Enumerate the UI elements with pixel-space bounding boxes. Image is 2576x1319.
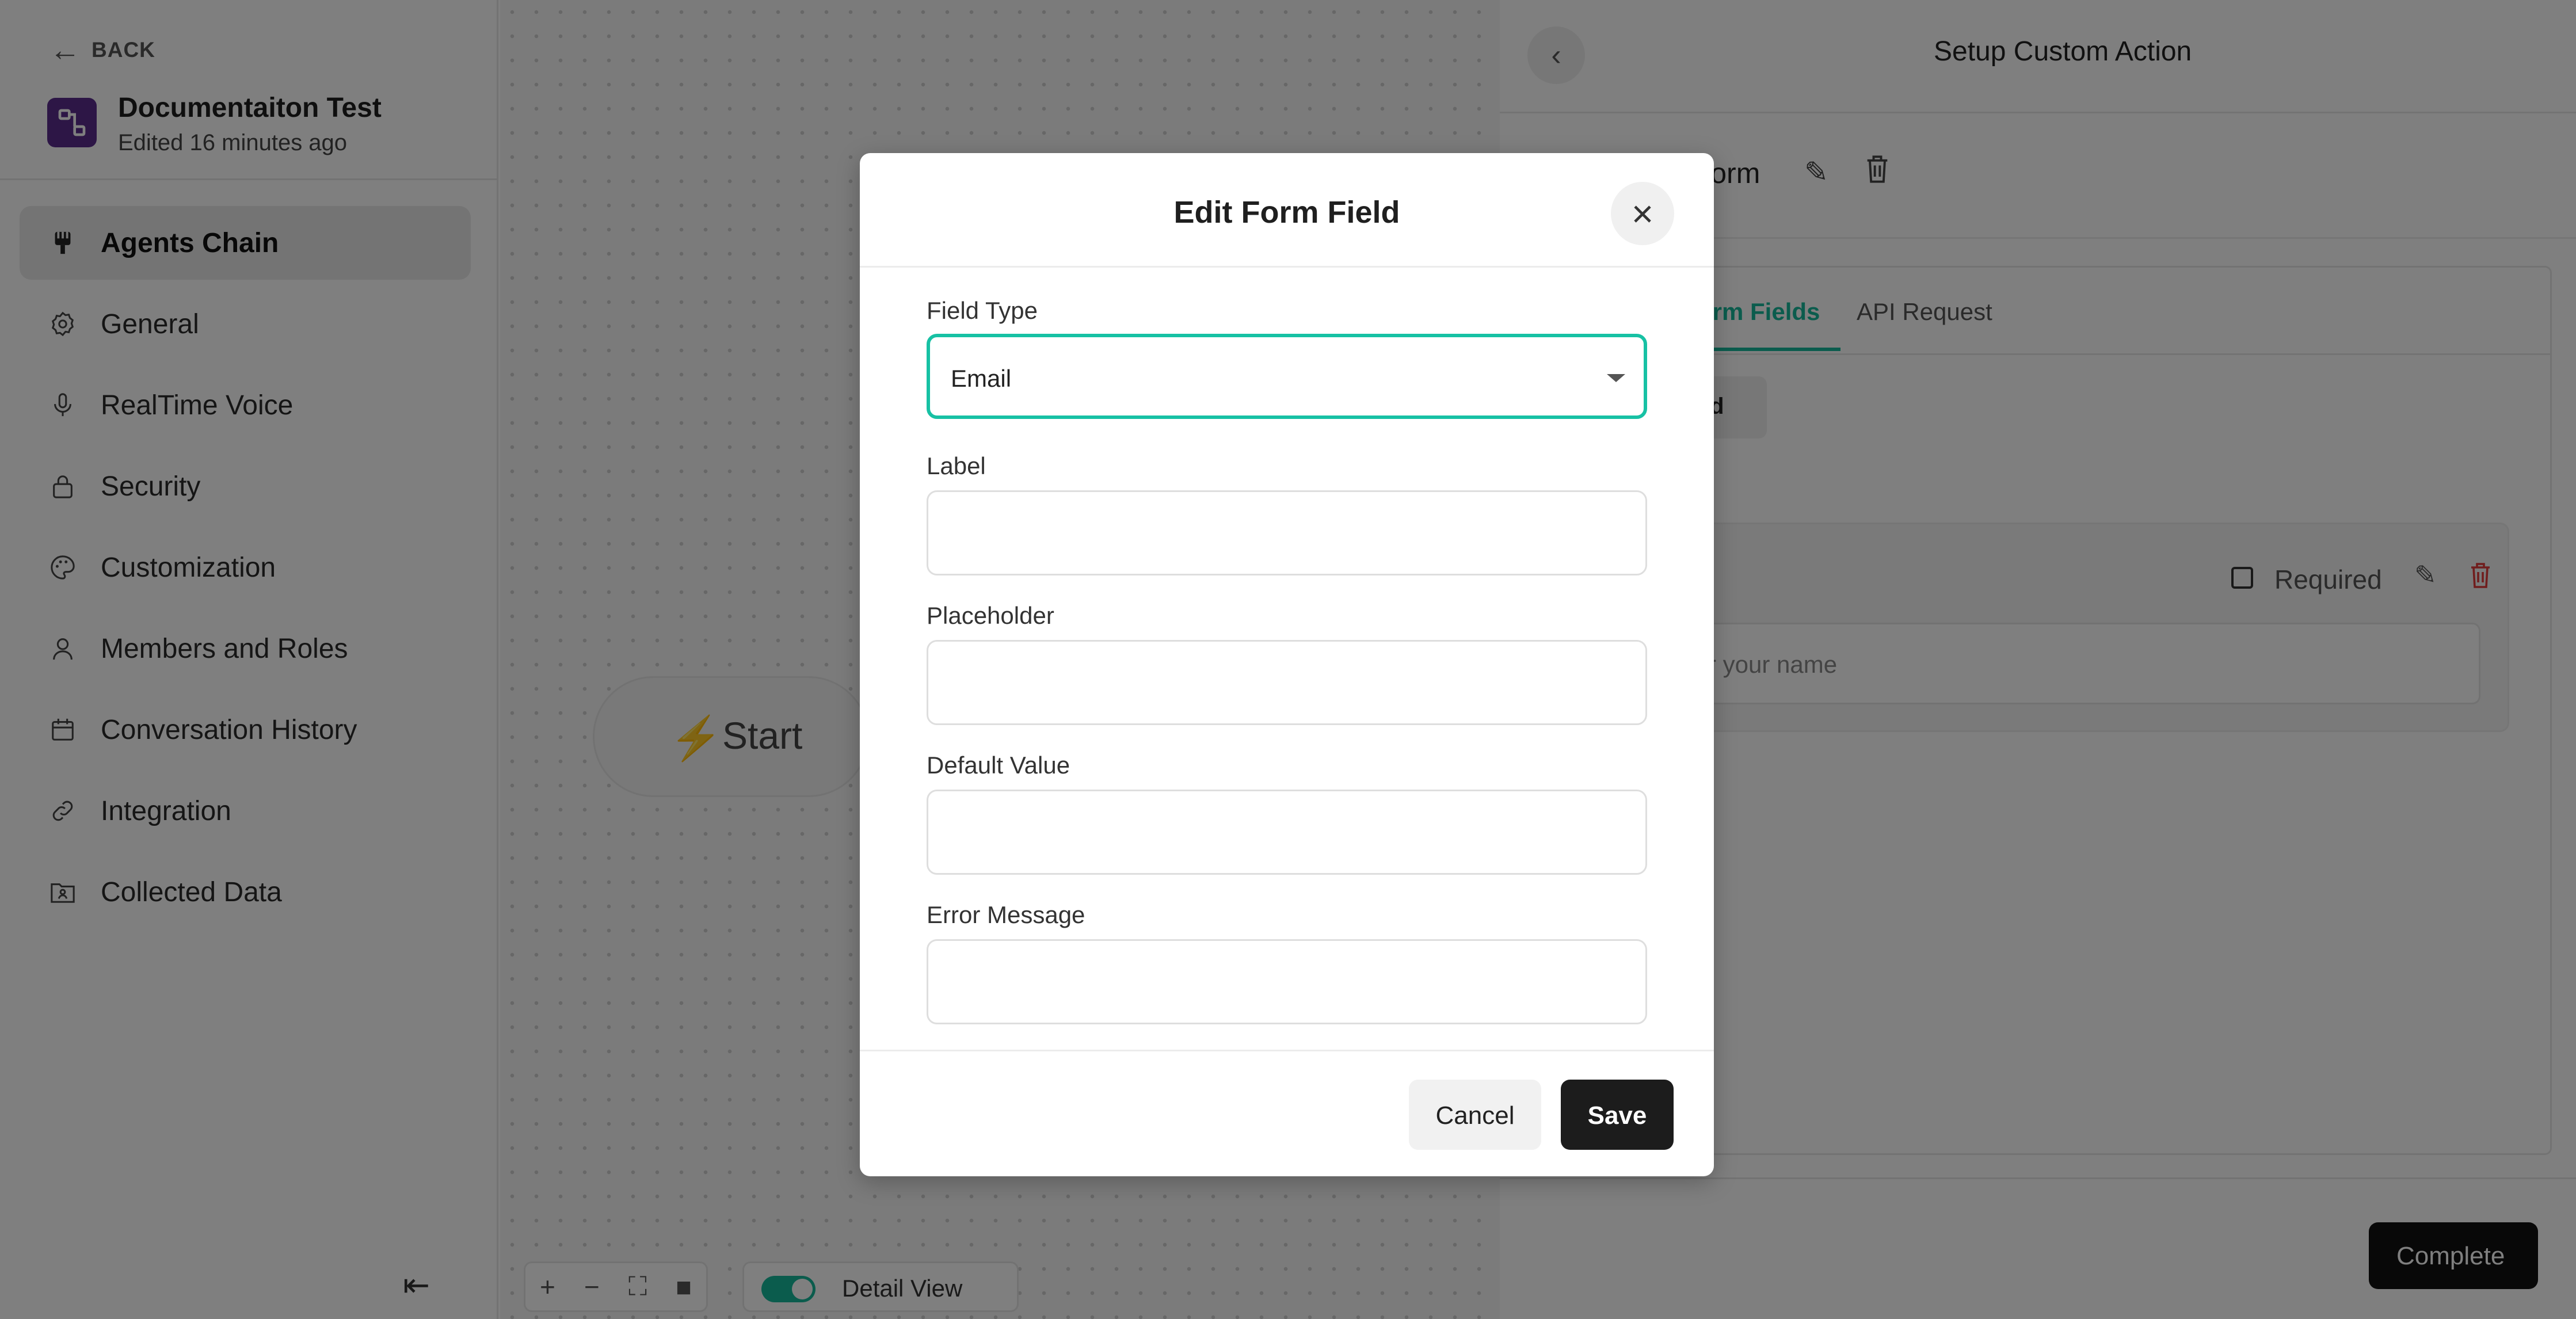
placeholder-field-label: Placeholder [927,602,1054,629]
label-field-label: Label [927,452,986,479]
save-button[interactable]: Save [1561,1080,1674,1150]
default-value-label: Default Value [927,752,1070,779]
edit-form-field-modal: Edit Form Field × Field Type Email Label… [860,153,1714,1176]
close-icon: × [1631,192,1654,235]
field-type-select[interactable]: Email [927,334,1647,419]
error-message-input[interactable] [927,939,1647,1024]
close-button[interactable]: × [1611,182,1674,245]
modal-footer-divider [860,1050,1714,1051]
cancel-button[interactable]: Cancel [1409,1080,1541,1150]
field-type-label: Field Type [927,297,1038,324]
field-type-value: Email [951,365,1012,392]
cancel-label: Cancel [1435,1101,1515,1130]
label-input[interactable] [927,490,1647,575]
placeholder-input[interactable] [927,640,1647,725]
modal-title: Edit Form Field [1173,195,1400,230]
default-value-input[interactable] [927,790,1647,875]
save-label: Save [1587,1101,1647,1130]
error-message-label: Error Message [927,901,1085,928]
modal-header-divider [860,266,1714,268]
chevron-down-icon [1607,374,1625,382]
